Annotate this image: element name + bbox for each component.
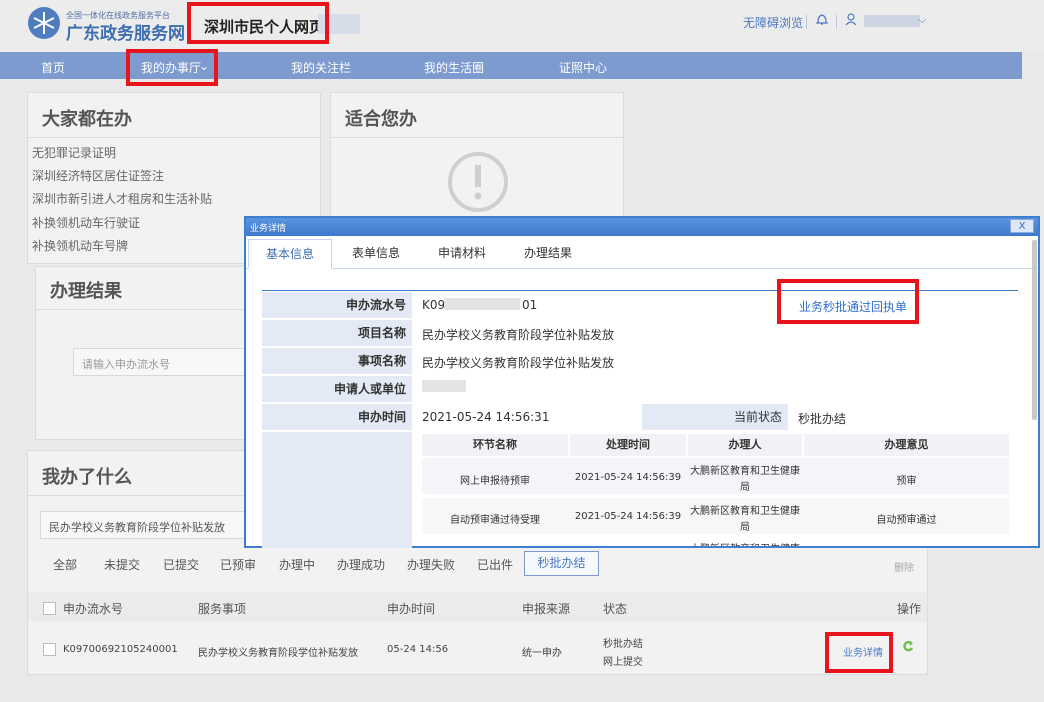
redacted-serial: [444, 298, 520, 310]
step-name: 自动预审通过待受理: [450, 515, 540, 526]
step-handler-cut: 大鹏新区教育和卫生健康: [688, 540, 802, 546]
step-time: 2021-05-24 14:56:39: [574, 472, 682, 483]
table-header: [28, 592, 927, 622]
col-handler: 办理人: [688, 434, 802, 456]
col-source: 申报来源: [522, 602, 571, 616]
step-opinion: 自动预审通过: [876, 515, 937, 526]
card-title: 我办了什么: [42, 467, 132, 488]
highlight-frame: [777, 279, 919, 324]
col-serial: 申办流水号: [63, 602, 124, 616]
nav-home[interactable]: 首页: [41, 59, 65, 76]
step-handler-cont: 局: [740, 522, 750, 533]
popular-item[interactable]: 无犯罪记录证明: [32, 144, 116, 161]
filter-processing[interactable]: 办理中: [279, 556, 315, 573]
tab-divider: [246, 268, 1038, 269]
step-handler-cont: 局: [740, 482, 750, 493]
tab-form-info[interactable]: 表单信息: [352, 244, 400, 261]
tab-materials[interactable]: 申请材料: [438, 244, 486, 261]
top-header: 全国一体化在线政务服务平台 广东政务服务网 深圳市民个人网页 无障碍浏览 ⌵: [0, 0, 1044, 52]
filter-prereviewed[interactable]: 已预审: [220, 556, 256, 573]
filter-all[interactable]: 全部: [53, 556, 77, 573]
value-serial-prefix: K09: [422, 298, 446, 312]
value-serial-suffix: 01: [522, 298, 538, 312]
bell-icon[interactable]: [815, 13, 829, 30]
refresh-icon[interactable]: [902, 640, 914, 657]
tab-result[interactable]: 办理结果: [524, 244, 572, 261]
nav-life[interactable]: 我的生活圈: [424, 59, 484, 76]
row-time: 05-24 14:56: [387, 644, 449, 655]
label-status: 当前状态: [642, 404, 788, 430]
value-status: 秒批办结: [798, 412, 847, 426]
row-status-sub: 网上提交: [603, 657, 643, 668]
dialog-title: 业务详情: [250, 224, 287, 234]
logo-title[interactable]: 广东政务服务网: [66, 19, 185, 44]
col-step: 环节名称: [422, 434, 568, 456]
step-opinion: 预审: [896, 476, 917, 487]
divider: [28, 137, 320, 138]
accessibility-link[interactable]: 无障碍浏览: [743, 14, 803, 31]
redacted-account[interactable]: [864, 15, 920, 27]
popular-item[interactable]: 深圳经济特区居住证签注: [32, 167, 164, 184]
filter-instant-approval[interactable]: 秒批办结: [524, 551, 599, 576]
card-title: 大家都在办: [42, 109, 132, 130]
label-project: 项目名称: [262, 320, 412, 346]
value-project: 民办学校义务教育阶段学位补贴发放: [422, 328, 615, 342]
col-action: 操作: [897, 602, 922, 616]
filter-submitted[interactable]: 已提交: [163, 556, 199, 573]
col-status: 状态: [603, 602, 628, 616]
popular-item[interactable]: 深圳市新引进人才租房和生活补贴: [32, 190, 212, 207]
col-process-time: 处理时间: [570, 434, 686, 456]
highlight-frame: [126, 49, 218, 86]
divider: [836, 15, 837, 29]
value-item: 民办学校义务教育阶段学位补贴发放: [422, 356, 615, 370]
user-icon[interactable]: [845, 13, 857, 30]
label-time: 申办时间: [262, 404, 412, 430]
filter-success[interactable]: 办理成功: [337, 556, 385, 573]
step-time: 2021-05-24 14:56:39: [574, 511, 682, 522]
label-item: 事项名称: [262, 348, 412, 374]
divider: [806, 15, 807, 29]
divider: [331, 137, 623, 138]
chevron-down-icon[interactable]: ⌵: [918, 13, 926, 27]
col-time: 申办时间: [387, 602, 436, 616]
row-service: 民办学校义务教育阶段学位补贴发放: [198, 648, 358, 659]
popular-item[interactable]: 补换领机动车行驶证: [32, 214, 140, 231]
close-button[interactable]: X: [1010, 219, 1034, 233]
delete-button[interactable]: 删除: [894, 559, 914, 574]
card-title: 办理结果: [50, 281, 122, 302]
nav-follow[interactable]: 我的关注栏: [291, 59, 351, 76]
step-name: 网上申报待预审: [460, 476, 530, 487]
serial-search-input[interactable]: 请输入申办流水号: [73, 348, 273, 376]
nav-certificates[interactable]: 证照中心: [559, 59, 607, 76]
step-handler: 大鹏新区教育和卫生健康: [690, 506, 800, 517]
card-title: 适合您办: [345, 109, 417, 130]
tab-basic-info[interactable]: 基本信息: [248, 239, 332, 269]
step-handler: 大鹏新区教育和卫生健康: [690, 466, 800, 477]
row-serial: K0970069210524000​1: [63, 644, 178, 655]
label-serial: 申办流水号: [262, 292, 412, 318]
row-status: 秒批办结: [603, 639, 643, 650]
row-source: 统一申办: [522, 648, 562, 659]
dialog-titlebar[interactable]: [246, 218, 1038, 236]
highlight-frame: [825, 632, 893, 673]
redacted-applicant: [422, 380, 466, 392]
suitable-card: 适合您办: [330, 92, 624, 222]
application-search-input[interactable]: 民办学校义务教育阶段学位补贴发放: [40, 511, 250, 539]
select-all-checkbox[interactable]: [43, 602, 56, 615]
business-detail-dialog: 业务详情 X 基本信息 表单信息 申请材料 办理结果 申办流水号 K09 01 …: [244, 216, 1040, 548]
empty-notice-icon: [447, 151, 509, 216]
filter-failed[interactable]: 办理失败: [407, 556, 455, 573]
filter-unsubmitted[interactable]: 未提交: [104, 556, 140, 573]
label-applicant: 申请人或单位: [262, 376, 412, 402]
label-column-fill: [262, 432, 412, 548]
highlight-frame: [187, 2, 329, 44]
col-opinion: 办理意见: [804, 434, 1009, 456]
value-time: 2021-05-24 14:56:31: [422, 410, 550, 424]
popular-item[interactable]: 补换领机动车号牌: [32, 237, 128, 254]
dialog-scrollbar[interactable]: [1032, 240, 1037, 420]
row-checkbox[interactable]: [43, 643, 56, 656]
col-service: 服务事项: [198, 602, 247, 616]
logo-icon: [28, 7, 60, 39]
filter-issued[interactable]: 已出件: [477, 556, 513, 573]
